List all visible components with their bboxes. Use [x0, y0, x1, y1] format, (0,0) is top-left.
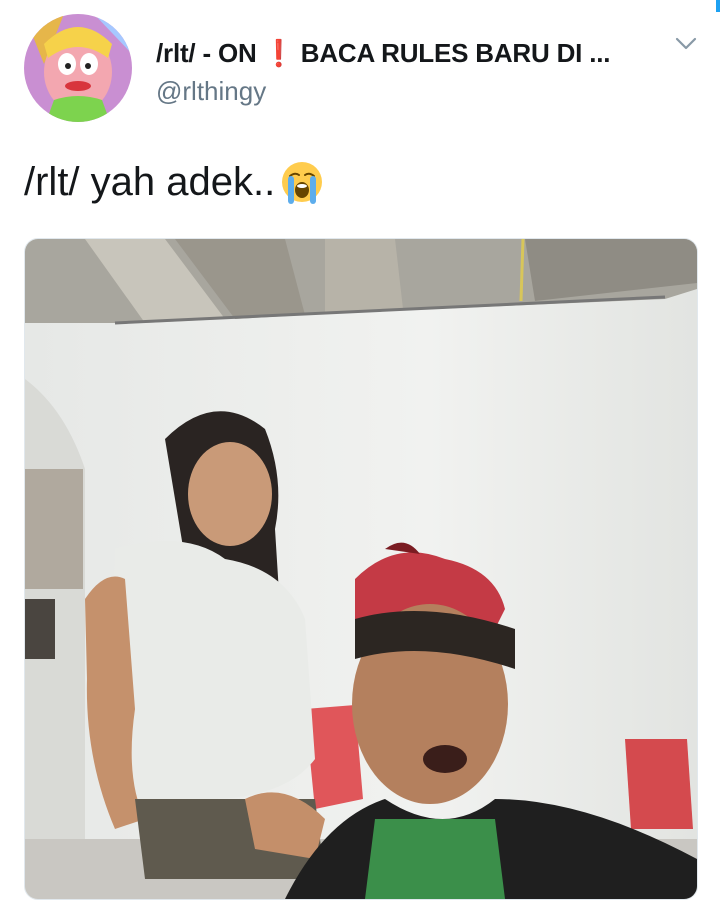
chevron-down-icon[interactable]: [672, 32, 700, 56]
avatar[interactable]: [24, 14, 132, 122]
tweet-media[interactable]: [24, 238, 698, 900]
tweet-text-content: /rlt/ yah adek..: [24, 159, 276, 204]
loudly-crying-face-icon: [279, 159, 325, 205]
media-image: [25, 239, 697, 899]
display-name-suffix: BACA RULES BARU DI ...: [300, 37, 611, 68]
display-name[interactable]: /rlt/ - ON ❗ BACA RULES BARU DI ...: [156, 36, 656, 70]
user-handle[interactable]: @rlthingy: [156, 76, 266, 107]
scroll-indicator: [716, 0, 720, 12]
display-name-text: /rlt/ - ON: [156, 37, 257, 68]
tweet-card: /rlt/ - ON ❗ BACA RULES BARU DI ... @rlt…: [0, 0, 720, 900]
exclamation-icon: ❗: [262, 37, 295, 68]
avatar-image: [24, 14, 132, 122]
tweet-text: /rlt/ yah adek..: [24, 152, 325, 212]
